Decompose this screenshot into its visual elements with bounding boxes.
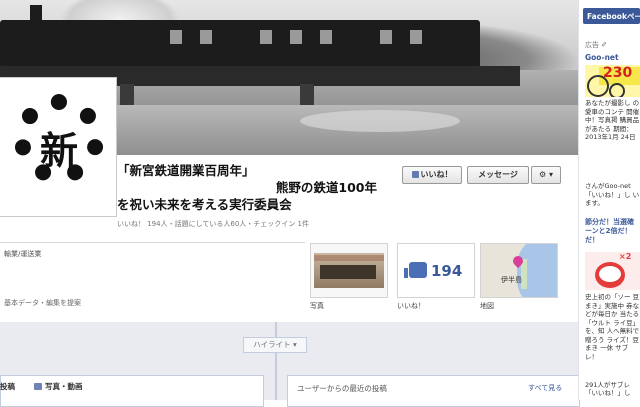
photo-icon: [34, 383, 42, 390]
gear-dropdown-button[interactable]: ⚙ ▾: [531, 166, 561, 184]
tab-photo-video[interactable]: 写真・動画: [34, 381, 83, 392]
thumbs-up-icon: [404, 262, 427, 278]
photo-building: [320, 265, 376, 279]
cover-train-window: [170, 30, 182, 44]
like-button[interactable]: いいね！: [402, 166, 462, 184]
page-stats: いいね！ 194人・話題にしている人60人・チェックイン 1件: [117, 220, 309, 228]
cover-train-window: [260, 30, 272, 44]
cover-train-window: [380, 30, 392, 44]
photo-sign: [314, 255, 384, 261]
page-title-line1: 「新宮鉄道開業百周年」: [117, 163, 255, 178]
likes-count: 194: [431, 262, 463, 280]
cover-train-window: [320, 30, 332, 44]
tab-post[interactable]: 投稿: [0, 381, 15, 392]
message-button[interactable]: メッセージ: [467, 166, 529, 184]
map-tile-label[interactable]: 地図: [480, 301, 494, 311]
page-category: 輸業/運送業: [4, 250, 42, 258]
ad-title[interactable]: Goo-net: [585, 53, 619, 62]
map-place-label: 伊半島: [501, 276, 522, 284]
bicycle-wheel-icon: [609, 83, 625, 97]
see-all-link[interactable]: すべて見る: [528, 383, 562, 393]
heart-center: [599, 266, 621, 282]
ad-badge: ×2: [619, 252, 632, 261]
photo-thumbnail: [314, 253, 384, 288]
cover-train: [0, 20, 480, 68]
cover-river-highlight: [300, 110, 460, 132]
ad-text: あなたが撮影し の愛車のコンテ 開催中！写真掲 購買品があたる 期間：2013年…: [585, 99, 640, 141]
ad-text: 史上初の「ソー 豆まき」実施中 券などが毎日か 当たる「ウルト ライ豆」を、知 …: [585, 293, 640, 361]
recent-posts-title: ユーザーからの最近の投稿: [297, 384, 387, 393]
page-title-line2: 熊野の鉄道100年: [275, 180, 377, 195]
ad-image[interactable]: 230: [585, 65, 640, 97]
logo-character: 新: [39, 128, 78, 173]
ad-title[interactable]: 節分だ！当選確 ーンと2倍だ！ だ！: [585, 218, 640, 245]
facebook-pages-label: Facebookペー: [587, 12, 640, 21]
thumbs-up-icon: [411, 171, 419, 178]
bicycle-wheel-icon: [587, 75, 609, 97]
cover-train-window: [410, 30, 422, 44]
profile-picture[interactable]: 新: [0, 78, 116, 216]
photos-tile-label[interactable]: 写真: [310, 301, 324, 311]
basic-data-link[interactable]: 基本データ・編集を提案: [4, 298, 81, 308]
tab-photo-label: 写真・動画: [45, 382, 83, 391]
like-button-label: いいね！: [420, 170, 453, 179]
ads-label[interactable]: 広告 ✐: [585, 40, 607, 50]
ad-social-text: 291人がサブレ 「いいね！」し: [585, 381, 631, 397]
timeline-spine: [275, 322, 277, 400]
highlight-dropdown[interactable]: ハイライト ▾: [243, 337, 307, 353]
cover-train-chimney: [30, 5, 42, 25]
page-title: 「新宮鉄道開業百周年」 熊野の鉄道100年 を祝い未来を考える実行委員会: [117, 162, 377, 213]
about-box: [0, 242, 305, 299]
cover-train-window: [290, 30, 302, 44]
page-title-line3: を祝い未来を考える実行委員会: [117, 197, 292, 212]
ad-number: 230: [603, 65, 633, 81]
ad-image[interactable]: ×2: [585, 252, 640, 290]
likes-tile-label[interactable]: いいね！: [397, 301, 425, 311]
cover-train-window: [200, 30, 212, 44]
ad-social-text: さんがGoo-net 「いいね！」し います。: [585, 182, 640, 207]
map-thumbnail: [481, 244, 557, 297]
